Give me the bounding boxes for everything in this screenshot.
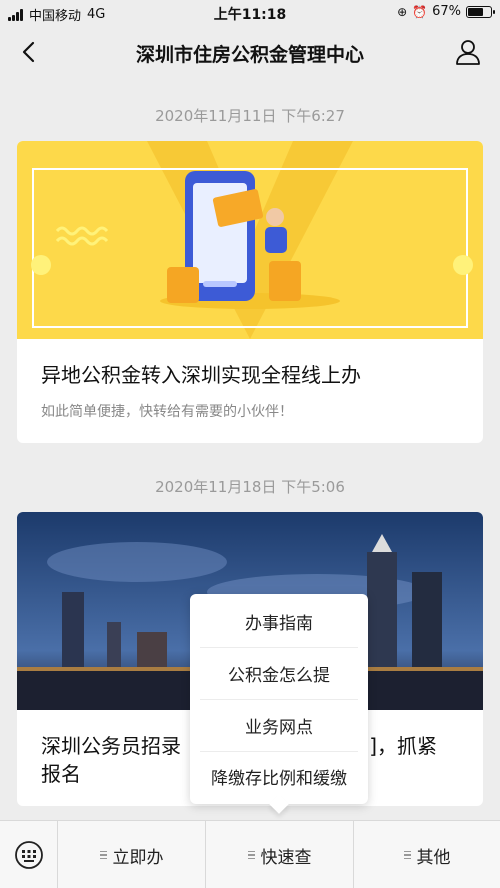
alarm-icon: ⏰ <box>412 4 428 19</box>
menu-list-icon <box>247 850 255 860</box>
article-title-line2: 报名 <box>41 762 81 786</box>
menu-button-apply[interactable]: 立即办 <box>58 821 205 888</box>
message-timestamp: 2020年11月11日 下午6:27 <box>155 107 345 125</box>
page-title: 深圳市住房公积金管理中心 <box>135 44 364 66</box>
status-bar: 中国移动 4G 上午11:18 ⊕ ⏰ 67% <box>0 0 500 26</box>
article-card[interactable]: 异地公积金转入深圳实现全程线上办 如此简单便捷，快转给有需要的小伙伴！ <box>17 141 483 443</box>
chevron-left-icon[interactable] <box>16 38 40 66</box>
bottom-menu-bar: 立即办 快速查 其他 <box>0 820 500 888</box>
article-title: 异地公积金转入深圳实现全程线上办 <box>41 363 361 387</box>
menu-label: 快速查 <box>260 847 312 868</box>
submenu-item-outlets[interactable]: 业务网点 <box>200 700 358 752</box>
submenu-item-withdraw[interactable]: 公积金怎么提 <box>200 648 358 700</box>
submenu-item-deferral[interactable]: 降缴存比例和缓缴 <box>200 750 358 802</box>
menu-label: 其他 <box>416 847 451 868</box>
nav-bar: 深圳市住房公积金管理中心 <box>0 26 500 78</box>
battery-fill <box>468 7 483 16</box>
battery-label: 67% <box>432 4 461 19</box>
menu-list-icon <box>99 850 107 860</box>
article-title-right: ]，抓紧 <box>369 734 437 758</box>
person-icon[interactable] <box>454 38 482 66</box>
rotation-lock-icon: ⊕ <box>397 4 408 19</box>
status-right: ⊕ ⏰ 67% <box>397 4 495 19</box>
article-banner-image <box>17 141 483 339</box>
menu-button-query[interactable]: 快速查 <box>206 821 353 888</box>
menu-label: 立即办 <box>112 847 164 868</box>
menu-button-other[interactable]: 其他 <box>354 821 500 888</box>
article-title-left: 深圳公务员招录 <box>41 734 181 758</box>
keyboard-icon[interactable] <box>0 821 58 888</box>
message-timestamp: 2020年11月18日 下午5:06 <box>155 478 345 496</box>
submenu-item-guide[interactable]: 办事指南 <box>200 596 358 648</box>
menu-list-icon <box>403 850 411 860</box>
article-subtitle: 如此简单便捷，快转给有需要的小伙伴！ <box>41 404 293 420</box>
submenu-popup: 办事指南 公积金怎么提 业务网点 降缴存比例和缓缴 <box>190 594 368 804</box>
battery-icon <box>466 5 495 18</box>
